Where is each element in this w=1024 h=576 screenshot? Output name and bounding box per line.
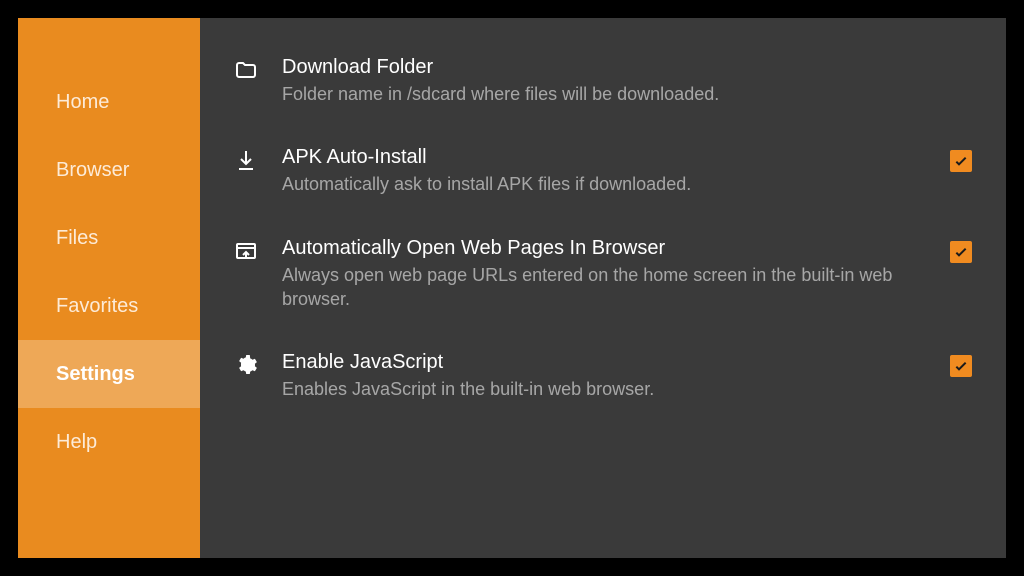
setting-enable-js[interactable]: Enable JavaScript Enables JavaScript in … [232, 341, 974, 421]
setting-download-folder[interactable]: Download Folder Folder name in /sdcard w… [232, 46, 974, 126]
sidebar-item-label: Favorites [56, 295, 138, 318]
setting-title: Download Folder [282, 54, 926, 80]
setting-subtitle: Automatically ask to install APK files i… [282, 172, 926, 196]
checkbox-checked-icon [950, 150, 972, 172]
sidebar-item-favorites[interactable]: Favorites [18, 272, 200, 340]
folder-icon [232, 54, 260, 82]
checkbox-checked-icon [950, 355, 972, 377]
setting-apk-auto-install[interactable]: APK Auto-Install Automatically ask to in… [232, 136, 974, 216]
setting-body: Enable JavaScript Enables JavaScript in … [282, 349, 926, 401]
gear-icon [232, 349, 260, 377]
setting-body: APK Auto-Install Automatically ask to in… [282, 144, 926, 196]
sidebar-item-label: Home [56, 91, 109, 114]
app-screen: Home Browser Files Favorites Settings He… [18, 18, 1006, 558]
setting-subtitle: Folder name in /sdcard where files will … [282, 82, 926, 106]
setting-checkbox[interactable] [948, 235, 974, 263]
setting-title: Automatically Open Web Pages In Browser [282, 235, 926, 261]
sidebar-item-help[interactable]: Help [18, 408, 200, 476]
setting-title: Enable JavaScript [282, 349, 926, 375]
spacer [232, 217, 974, 227]
setting-auto-open-browser[interactable]: Automatically Open Web Pages In Browser … [232, 227, 974, 332]
sidebar-item-browser[interactable]: Browser [18, 136, 200, 204]
sidebar-item-files[interactable]: Files [18, 204, 200, 272]
sidebar-item-settings[interactable]: Settings [18, 340, 200, 408]
spacer [232, 126, 974, 136]
settings-panel: Download Folder Folder name in /sdcard w… [200, 18, 1006, 558]
setting-subtitle: Enables JavaScript in the built-in web b… [282, 377, 926, 401]
setting-subtitle: Always open web page URLs entered on the… [282, 263, 926, 312]
setting-checkbox[interactable] [948, 144, 974, 172]
open-in-browser-icon [232, 235, 260, 263]
setting-body: Automatically Open Web Pages In Browser … [282, 235, 926, 312]
sidebar-item-label: Settings [56, 363, 135, 386]
sidebar-item-label: Files [56, 227, 98, 250]
setting-body: Download Folder Folder name in /sdcard w… [282, 54, 926, 106]
setting-title: APK Auto-Install [282, 144, 926, 170]
spacer [232, 331, 974, 341]
setting-checkbox[interactable] [948, 349, 974, 377]
sidebar-item-home[interactable]: Home [18, 68, 200, 136]
download-icon [232, 144, 260, 172]
sidebar: Home Browser Files Favorites Settings He… [18, 18, 200, 558]
sidebar-item-label: Browser [56, 159, 129, 182]
checkbox-checked-icon [950, 241, 972, 263]
setting-check-placeholder [948, 54, 974, 60]
sidebar-item-label: Help [56, 431, 97, 454]
